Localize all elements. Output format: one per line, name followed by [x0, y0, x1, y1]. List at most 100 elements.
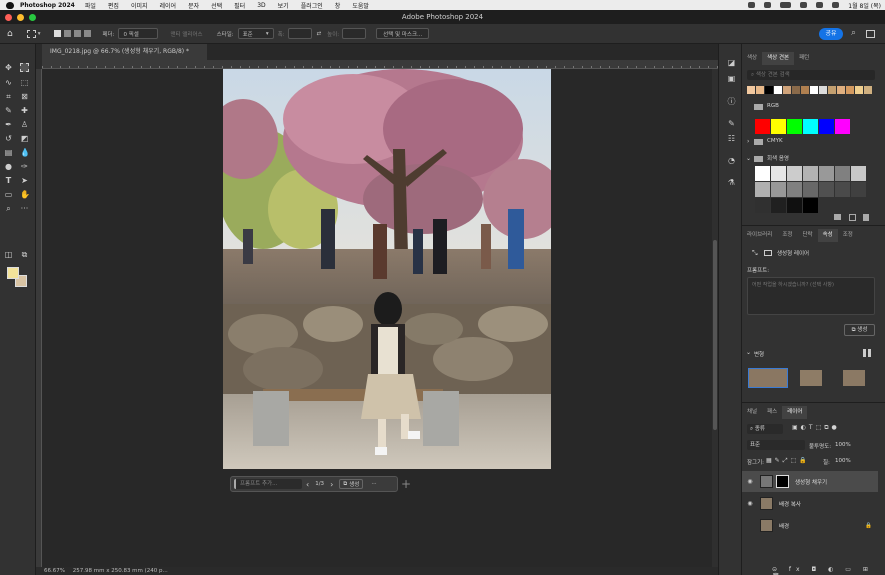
chevron-right-icon[interactable]: ›: [330, 480, 333, 489]
brush-tool-icon[interactable]: ✒: [4, 120, 13, 129]
eye-icon[interactable]: ◉: [745, 478, 755, 485]
opacity-input[interactable]: 100%: [835, 442, 851, 448]
color-swatch[interactable]: [810, 86, 818, 94]
history-brush-tool-icon[interactable]: ↺: [4, 134, 13, 143]
stamp-tool-icon[interactable]: ♙: [20, 120, 29, 129]
layer-row[interactable]: 배경 🔒: [742, 515, 878, 536]
document-tab[interactable]: IMG_0218.jpg @ 66.7% (생성형 채우기, RGB/8) *: [42, 44, 207, 60]
properties-generate-button[interactable]: ⧉ 생성: [844, 324, 875, 336]
lock-icons[interactable]: ▦✎⤢⬚🔒: [766, 457, 810, 465]
menu-select[interactable]: 선택: [211, 1, 222, 10]
color-swatch[interactable]: [803, 119, 818, 134]
workspace-icon[interactable]: [866, 30, 875, 38]
layer-row[interactable]: ◉ 생성형 채우기: [742, 471, 878, 492]
color-swatch[interactable]: [774, 86, 782, 94]
chevron-down-icon[interactable]: ⌄: [746, 349, 751, 356]
select-and-mask-button[interactable]: 선택 및 마스크...: [376, 28, 430, 39]
color-swatch[interactable]: [855, 86, 863, 94]
menu-window[interactable]: 창: [335, 1, 341, 10]
tab-adjustments-2[interactable]: 조정: [838, 229, 858, 242]
path-select-tool-icon[interactable]: ➤: [20, 176, 29, 185]
menu-3d[interactable]: 3D: [257, 2, 265, 9]
menu-plugins[interactable]: 플러그인: [301, 1, 323, 10]
menu-type[interactable]: 문자: [188, 1, 199, 10]
color-swatch[interactable]: [787, 198, 802, 213]
menu-image[interactable]: 이미지: [131, 1, 148, 10]
variation-thumb-3[interactable]: [843, 370, 865, 386]
color-swatch[interactable]: [851, 182, 866, 197]
color-swatch[interactable]: [771, 182, 786, 197]
status-icon[interactable]: [748, 2, 756, 8]
zoom-level[interactable]: 66.67%: [44, 568, 65, 574]
quick-mask-icon[interactable]: ◫: [4, 250, 13, 259]
color-swatch[interactable]: [801, 86, 809, 94]
properties-prompt-field[interactable]: 어떤 작업을 하시겠습니까? (선택 사항): [747, 277, 875, 315]
apple-logo-icon[interactable]: [6, 1, 14, 9]
menu-view[interactable]: 보기: [278, 1, 289, 10]
learn-icon[interactable]: ◪: [727, 58, 736, 67]
tab-layers[interactable]: 레이어: [782, 406, 808, 419]
generate-button[interactable]: ⧉ 생성: [339, 479, 364, 489]
tab-paragraph[interactable]: 단락: [797, 229, 817, 242]
eye-icon[interactable]: ◉: [745, 500, 755, 507]
filter-icons[interactable]: ▣◐T⬚⧉●: [792, 424, 840, 432]
lasso-tool-icon[interactable]: ∿: [4, 78, 13, 87]
chevron-left-icon[interactable]: ‹: [306, 480, 309, 489]
chevron-down-icon[interactable]: ▾: [38, 31, 41, 37]
color-swatch[interactable]: [771, 119, 786, 134]
fill-input[interactable]: 100%: [835, 458, 851, 464]
color-swatch[interactable]: [771, 166, 786, 181]
hand-tool-icon[interactable]: ✋: [20, 190, 30, 199]
more-options-button[interactable]: ···: [371, 481, 376, 487]
swap-icon[interactable]: ⇄: [317, 31, 322, 37]
battery-icon[interactable]: [780, 2, 792, 8]
adjustments-icon[interactable]: ☷: [727, 134, 736, 143]
color-swatch[interactable]: [851, 166, 866, 181]
comments-icon[interactable]: ▣: [727, 74, 736, 83]
document-dimensions[interactable]: 257.98 mm x 250.83 mm (240 p...: [73, 568, 168, 574]
tab-adjustments[interactable]: 조정: [777, 229, 797, 242]
color-swatch[interactable]: [828, 86, 836, 94]
color-swatch[interactable]: [835, 182, 850, 197]
color-swatch[interactable]: [835, 119, 850, 134]
chevron-right-icon[interactable]: ›: [747, 138, 749, 145]
swatch-group-grayscale[interactable]: 회색 음영: [767, 154, 789, 162]
zoom-tool-icon[interactable]: ⌕: [4, 204, 13, 213]
eyedropper-tool-icon[interactable]: ✎: [4, 106, 13, 115]
blur-tool-icon[interactable]: 💧: [20, 148, 30, 157]
menubar-clock[interactable]: 1월 8일 (목): [848, 1, 881, 10]
color-swatch[interactable]: [837, 86, 845, 94]
new-swatch-icon[interactable]: [849, 214, 856, 221]
rectangle-tool-icon[interactable]: ▭: [4, 190, 13, 199]
document-image[interactable]: [223, 69, 551, 469]
more-tools-icon[interactable]: ···: [20, 204, 29, 213]
color-swatch[interactable]: [792, 86, 800, 94]
history-icon[interactable]: ◔: [727, 156, 736, 165]
vertical-scrollbar-thumb[interactable]: [713, 240, 717, 430]
color-swatch[interactable]: [864, 86, 872, 94]
layer-kind-filter[interactable]: ⌕ 종류: [747, 424, 783, 434]
menu-layer[interactable]: 레이어: [160, 1, 177, 10]
dodge-tool-icon[interactable]: ●: [4, 162, 13, 171]
search-icon[interactable]: [816, 2, 824, 8]
tab-paths[interactable]: 패스: [762, 406, 782, 419]
object-select-tool-icon[interactable]: ⬚: [20, 78, 29, 87]
layer-row[interactable]: ◉ 배경 복사: [742, 493, 878, 514]
color-swatch[interactable]: [771, 198, 786, 213]
app-menu[interactable]: Photoshop 2024: [20, 2, 75, 9]
color-swatch[interactable]: [819, 182, 834, 197]
swatch-group-rgb[interactable]: RGB: [767, 103, 779, 109]
intersect-selection-icon[interactable]: [84, 30, 92, 37]
frame-tool-icon[interactable]: ⊠: [20, 92, 29, 101]
color-swatch[interactable]: [803, 182, 818, 197]
height-input[interactable]: [342, 28, 367, 39]
color-swatch[interactable]: [755, 119, 770, 134]
add-selection-icon[interactable]: [64, 30, 72, 37]
tab-properties[interactable]: 속성: [817, 229, 838, 242]
color-swatch[interactable]: [835, 166, 850, 181]
style-select[interactable]: 표준 ▾: [237, 28, 274, 39]
home-icon[interactable]: ⌂: [7, 29, 13, 39]
properties-icon[interactable]: ⚗: [727, 178, 736, 187]
color-swatch[interactable]: [765, 86, 773, 94]
menu-filter[interactable]: 필터: [234, 1, 245, 10]
